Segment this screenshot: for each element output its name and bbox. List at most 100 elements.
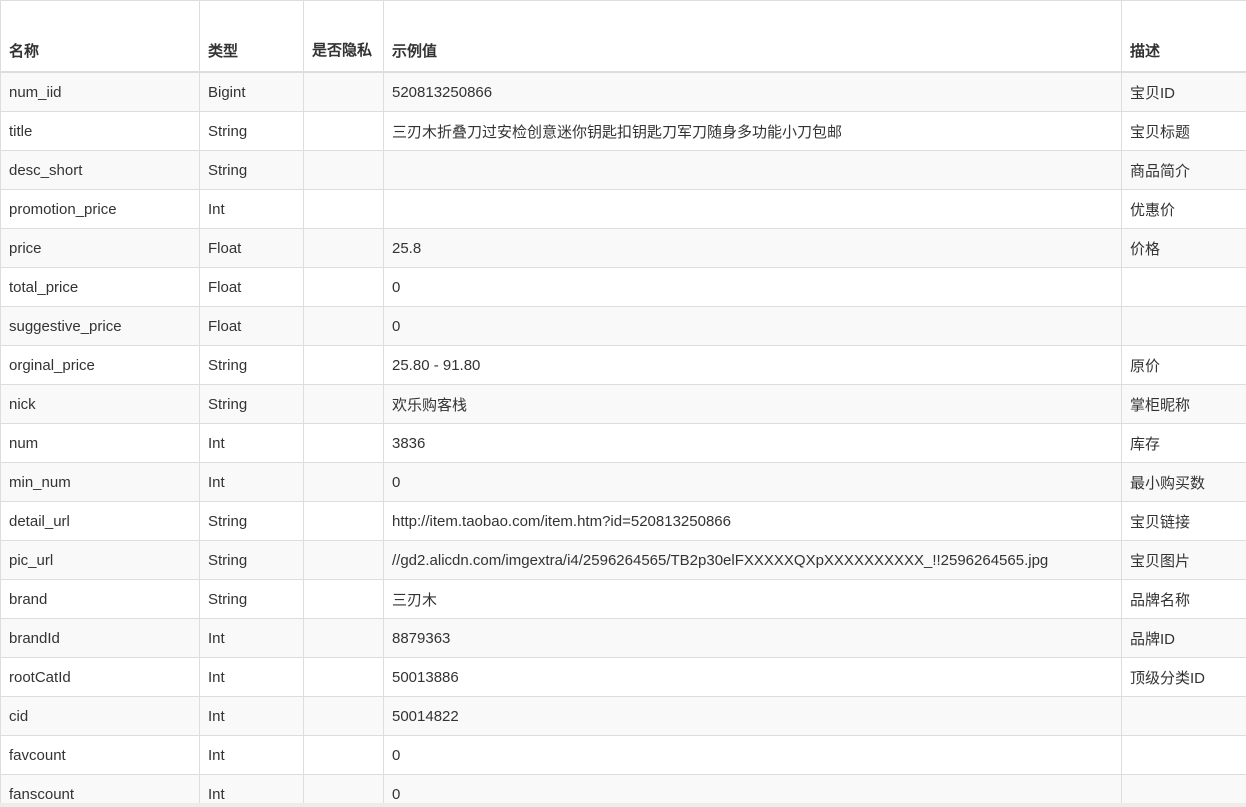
cell-type: Float — [199, 267, 304, 307]
cell-description: 宝贝图片 — [1121, 540, 1246, 580]
cell-name: promotion_price — [0, 189, 200, 229]
cell-type: String — [199, 501, 304, 541]
table-row: rootCatId Int 50013886 顶级分类ID — [0, 657, 1246, 697]
cell-description: 最小购买数 — [1121, 462, 1246, 502]
cell-name: suggestive_price — [0, 306, 200, 346]
cell-description: 宝贝链接 — [1121, 501, 1246, 541]
cell-private — [303, 696, 384, 736]
cell-type: Int — [199, 189, 304, 229]
cell-name: num_iid — [0, 71, 200, 112]
cell-private — [303, 111, 384, 151]
cell-example: 25.80 - 91.80 — [383, 345, 1122, 385]
page: 名称 类型 是否隐私 示例值 描述 num_iid Bigint 520813250… — [0, 0, 1246, 807]
cell-name: nick — [0, 384, 200, 424]
cell-private — [303, 189, 384, 229]
cell-example: 3836 — [383, 423, 1122, 463]
cell-type: Bigint — [199, 71, 304, 112]
header-type: 类型 — [199, 0, 304, 73]
cell-type: Int — [199, 657, 304, 697]
cell-description: 掌柜昵称 — [1121, 384, 1246, 424]
cell-description — [1121, 306, 1246, 346]
cell-type: Int — [199, 423, 304, 463]
table-row: desc_short String 商品简介 — [0, 150, 1246, 190]
table-row: favcount Int 0 — [0, 735, 1246, 775]
table-row: pic_url String //gd2.alicdn.com/imgextra/i… — [0, 540, 1246, 580]
cell-example — [383, 189, 1122, 229]
cell-example: 0 — [383, 267, 1122, 307]
table-body: num_iid Bigint 520813250866 宝贝ID title String… — [0, 71, 1246, 807]
table-row: price Float 25.8 价格 — [0, 228, 1246, 268]
cell-private — [303, 345, 384, 385]
cell-private — [303, 306, 384, 346]
cell-description: 库存 — [1121, 423, 1246, 463]
cell-description: 优惠价 — [1121, 189, 1246, 229]
cell-name: brandId — [0, 618, 200, 658]
table-row: cid Int 50014822 — [0, 696, 1246, 736]
cell-private — [303, 150, 384, 190]
cell-name: min_num — [0, 462, 200, 502]
cell-name: rootCatId — [0, 657, 200, 697]
table-row: orginal_price String 25.80 - 91.80 原价 — [0, 345, 1246, 385]
cell-type: Float — [199, 306, 304, 346]
table-row: brandId Int 8879363 品牌ID — [0, 618, 1246, 658]
cell-example: 0 — [383, 462, 1122, 502]
cell-name: price — [0, 228, 200, 268]
table-row: promotion_price Int 优惠价 — [0, 189, 1246, 229]
cell-private — [303, 540, 384, 580]
cell-example: 三刃木折叠刀过安检创意迷你钥匙扣钥匙刀军刀随身多功能小刀包邮 — [383, 111, 1122, 151]
table-row: suggestive_price Float 0 — [0, 306, 1246, 346]
table-row: num_iid Bigint 520813250866 宝贝ID — [0, 71, 1246, 112]
cell-example — [383, 150, 1122, 190]
cell-private — [303, 267, 384, 307]
cell-private — [303, 384, 384, 424]
cell-type: String — [199, 540, 304, 580]
cell-description: 品牌名称 — [1121, 579, 1246, 619]
table-row: min_num Int 0 最小购买数 — [0, 462, 1246, 502]
cell-private — [303, 735, 384, 775]
cell-example: 0 — [383, 306, 1122, 346]
cell-private — [303, 618, 384, 658]
header-name: 名称 — [0, 0, 200, 73]
cell-private — [303, 228, 384, 268]
cell-name: brand — [0, 579, 200, 619]
cell-private — [303, 579, 384, 619]
cell-type: Int — [199, 735, 304, 775]
cell-name: favcount — [0, 735, 200, 775]
cell-name: detail_url — [0, 501, 200, 541]
cell-private — [303, 423, 384, 463]
cell-name: title — [0, 111, 200, 151]
cell-name: total_price — [0, 267, 200, 307]
cell-example: http://item.taobao.com/item.htm?id=52081… — [383, 501, 1122, 541]
cell-example: 欢乐购客栈 — [383, 384, 1122, 424]
cell-description: 价格 — [1121, 228, 1246, 268]
cell-example: 50014822 — [383, 696, 1122, 736]
table-row: brand String 三刃木 品牌名称 — [0, 579, 1246, 619]
table-row: nick String 欢乐购客栈 掌柜昵称 — [0, 384, 1246, 424]
bottom-edge — [0, 803, 1246, 807]
cell-type: Float — [199, 228, 304, 268]
header-row: 名称 类型 是否隐私 示例值 描述 — [0, 0, 1246, 73]
cell-description: 顶级分类ID — [1121, 657, 1246, 697]
cell-example: 0 — [383, 735, 1122, 775]
cell-type: Int — [199, 696, 304, 736]
cell-name: orginal_price — [0, 345, 200, 385]
cell-type: Int — [199, 618, 304, 658]
cell-example: //gd2.alicdn.com/imgextra/i4/2596264565/… — [383, 540, 1122, 580]
cell-example: 50013886 — [383, 657, 1122, 697]
header-example: 示例值 — [383, 0, 1122, 73]
header-private: 是否隐私 — [303, 0, 384, 73]
cell-name: num — [0, 423, 200, 463]
cell-private — [303, 657, 384, 697]
cell-description — [1121, 735, 1246, 775]
cell-type: String — [199, 384, 304, 424]
cell-example: 25.8 — [383, 228, 1122, 268]
cell-description: 品牌ID — [1121, 618, 1246, 658]
table-row: total_price Float 0 — [0, 267, 1246, 307]
cell-private — [303, 71, 384, 112]
cell-type: String — [199, 150, 304, 190]
cell-type: Int — [199, 462, 304, 502]
cell-name: pic_url — [0, 540, 200, 580]
table-header: 名称 类型 是否隐私 示例值 描述 — [0, 0, 1246, 73]
cell-example: 三刃木 — [383, 579, 1122, 619]
cell-description: 宝贝ID — [1121, 71, 1246, 112]
